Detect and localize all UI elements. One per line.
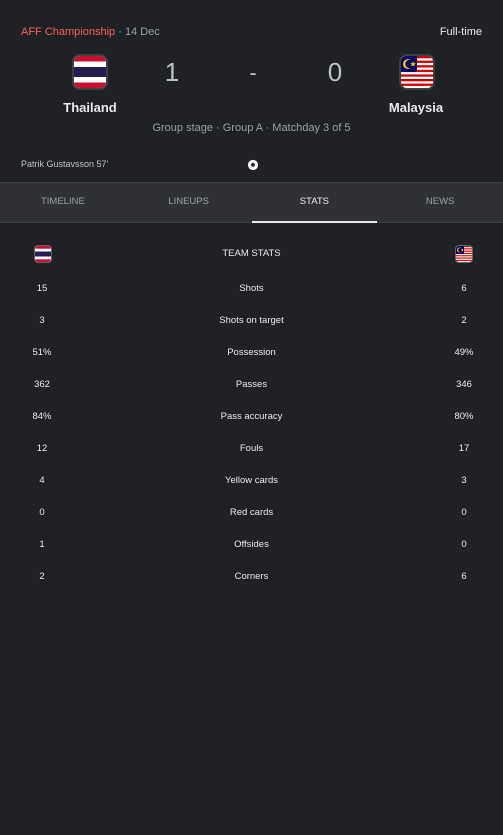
competition-link[interactable]: AFF Championship (21, 26, 115, 38)
away-stat-value: 3 (461, 475, 467, 486)
stat-label: Yellow cards (225, 475, 278, 486)
stat-row-yellow-cards: 4 Yellow cards 3 (0, 475, 503, 495)
stat-label: Red cards (229, 507, 274, 518)
away-score: 0 (327, 57, 343, 87)
soccer-ball-icon (247, 158, 259, 171)
stat-row-red-cards: 0 Red cards 0 (0, 507, 503, 527)
goal-scorer: Patrik Gustavsson 57' (21, 159, 109, 169)
away-stat-value: 6 (461, 571, 467, 582)
thailand-flag-icon[interactable] (74, 56, 106, 88)
away-stat-value: 80% (454, 411, 474, 422)
match-tabs: TIMELINE LINEUPS STATS NEWS (0, 182, 503, 223)
score-separator: - (249, 60, 257, 85)
tab-news[interactable]: NEWS (377, 183, 503, 222)
malaysia-flag-icon (456, 246, 472, 262)
stat-label: Possession (227, 347, 276, 358)
home-team-name[interactable]: Thailand (30, 100, 150, 115)
competition-line: AFF Championship · 14 Dec (21, 26, 160, 38)
away-stat-value: 0 (461, 507, 467, 518)
match-stage: Group stage · Group A · Matchday 3 of 5 (152, 122, 351, 134)
away-team-name[interactable]: Malaysia (356, 100, 476, 115)
stat-row-shots-on-target: 3 Shots on target 2 (0, 315, 503, 335)
stat-row-offsides: 1 Offsides 0 (0, 539, 503, 559)
team-stats-title: TEAM STATS (222, 248, 281, 259)
stat-row-corners: 2 Corners 6 (0, 571, 503, 591)
stat-label: Shots (239, 283, 264, 294)
stat-label: Corners (234, 571, 269, 582)
stat-label: Pass accuracy (220, 411, 283, 422)
stat-label: Fouls (239, 443, 264, 454)
stat-row-passes: 362 Passes 346 (0, 379, 503, 399)
tab-lineups[interactable]: LINEUPS (126, 183, 252, 222)
stat-label: Passes (235, 379, 268, 390)
match-status: Full-time (439, 26, 482, 38)
match-date: · 14 Dec (118, 26, 160, 38)
stat-label: Shots on target (219, 315, 284, 326)
tab-stats[interactable]: STATS (251, 183, 378, 223)
away-stat-value: 0 (461, 539, 467, 550)
match-header: AFF Championship · 14 Dec Full-time 1 - … (0, 0, 503, 182)
stat-row-possession: 51% Possession 49% (0, 347, 503, 367)
away-stat-value: 17 (458, 443, 470, 454)
stat-label: Offsides (234, 539, 269, 550)
home-score: 1 (164, 57, 180, 87)
away-stat-value: 49% (454, 347, 474, 358)
away-stat-value: 346 (456, 379, 472, 390)
away-stat-value: 2 (461, 315, 467, 326)
tab-timeline[interactable]: TIMELINE (0, 183, 126, 222)
stat-row-shots: 15 Shots 6 (0, 283, 503, 303)
away-stat-value: 6 (461, 283, 467, 294)
stat-row-fouls: 12 Fouls 17 (0, 443, 503, 463)
stat-row-pass-accuracy: 84% Pass accuracy 80% (0, 411, 503, 431)
malaysia-flag-icon[interactable] (401, 56, 433, 88)
